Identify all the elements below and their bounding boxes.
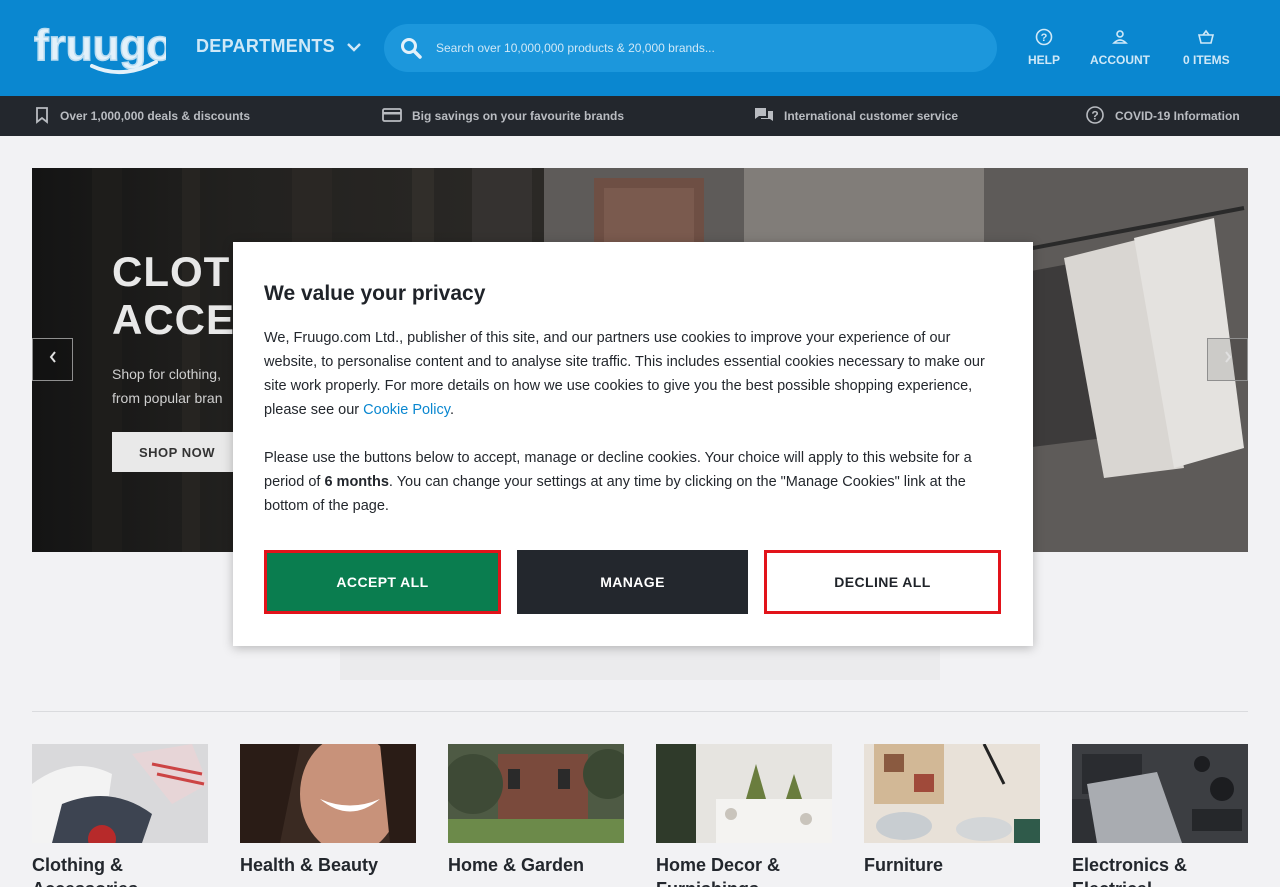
manage-cookies-button[interactable]: MANAGE (517, 550, 748, 614)
chat-icon (754, 106, 774, 127)
category-label-line: Accessories (32, 877, 208, 887)
account-button[interactable]: ACCOUNT (1090, 28, 1150, 67)
privacy-modal-body: We, Fruugo.com Ltd., publisher of this s… (264, 326, 1004, 422)
help-button[interactable]: ? HELP (1028, 28, 1060, 67)
help-circle-icon: ? (1035, 28, 1053, 49)
user-icon (1111, 28, 1129, 49)
departments-menu[interactable]: DEPARTMENTS (196, 36, 361, 57)
cookie-policy-link[interactable]: Cookie Policy (363, 402, 450, 418)
fruugo-logo[interactable]: fruugo (32, 14, 174, 80)
basket-icon (1197, 28, 1215, 49)
usp-item-service[interactable]: International customer service (754, 106, 958, 126)
category-label-line: Home Decor & (656, 855, 781, 875)
usp-item-deals[interactable]: Over 1,000,000 deals & discounts (34, 106, 250, 126)
category-label-line: Clothing & (32, 855, 123, 875)
account-label: ACCOUNT (1090, 53, 1150, 67)
departments-label: DEPARTMENTS (196, 36, 335, 56)
decline-all-button[interactable]: DECLINE ALL (764, 550, 1001, 614)
help-circle-icon: ? (1085, 105, 1105, 128)
privacy-modal-choice-text: Please use the buttons below to accept, … (264, 446, 1004, 518)
shop-now-button[interactable]: SHOP NOW (112, 432, 242, 472)
category-electronics[interactable]: Electronics & Electrical (1072, 744, 1248, 887)
category-home-decor[interactable]: Home Decor & Furnishings (656, 744, 832, 887)
category-label: Clothing & Accessories (32, 853, 208, 887)
category-image (32, 744, 208, 853)
category-image (864, 743, 1040, 843)
usp-item-covid[interactable]: ? COVID-19 Information (1085, 105, 1240, 128)
category-label-line: Health & Beauty (240, 855, 379, 875)
credit-card-icon (382, 107, 402, 126)
category-label: Health & Beauty (240, 853, 416, 877)
privacy-modal-title: We value your privacy (264, 282, 486, 305)
chevron-right-icon (1223, 350, 1233, 369)
usp-bar: Over 1,000,000 deals & discounts Big sav… (0, 96, 1280, 136)
category-label: Electronics & Electrical (1072, 853, 1248, 887)
category-image (656, 744, 832, 843)
category-label-line: Furniture (864, 855, 943, 875)
category-furniture[interactable]: Furniture (864, 743, 1040, 877)
accept-all-button[interactable]: ACCEPT ALL (264, 550, 501, 614)
category-label: Furniture (864, 853, 1040, 877)
search-icon[interactable] (386, 24, 436, 72)
cart-button[interactable]: 0 ITEMS (1183, 28, 1230, 67)
category-label-line: Electronics & (1072, 855, 1188, 875)
category-label-line: Electrical (1072, 877, 1248, 887)
privacy-modal: We value your privacy We, Fruugo.com Ltd… (233, 242, 1033, 646)
duration-text: 6 months (324, 474, 389, 490)
usp-label: Big savings on your favourite brands (412, 109, 625, 123)
search-input[interactable] (436, 41, 976, 55)
usp-label: Over 1,000,000 deals & discounts (60, 109, 251, 123)
logo-text: fruugo (34, 21, 166, 70)
site-header: fruugo DEPARTMENTS ? HELP ACCOUNT 0 ITEM… (0, 0, 1280, 96)
help-label: HELP (1028, 53, 1061, 67)
category-health-beauty[interactable]: Health & Beauty (240, 734, 416, 877)
search-bar (384, 24, 997, 72)
category-home-garden[interactable]: Home & Garden (443, 744, 633, 877)
chevron-left-icon (48, 350, 58, 369)
usp-label: International customer service (784, 109, 959, 123)
privacy-text: . (449, 402, 454, 418)
svg-text:?: ? (1041, 32, 1048, 44)
bookmark-icon (34, 106, 50, 127)
usp-item-savings[interactable]: Big savings on your favourite brands (382, 106, 624, 126)
carousel-next-button[interactable] (1207, 338, 1248, 381)
carousel-prev-button[interactable] (32, 338, 73, 381)
category-image (240, 734, 416, 854)
category-image (1072, 744, 1248, 843)
category-label: Home Decor & Furnishings (656, 853, 832, 887)
svg-text:?: ? (1091, 108, 1098, 122)
cart-label: 0 ITEMS (1183, 53, 1230, 67)
category-image (443, 744, 633, 843)
usp-label: COVID-19 Information (1115, 109, 1240, 123)
category-label: Home & Garden (448, 853, 624, 877)
category-label-line: Home & Garden (448, 855, 585, 875)
section-divider (32, 711, 1248, 712)
chevron-down-icon (347, 36, 361, 57)
category-label-line: Furnishings (656, 877, 832, 887)
category-clothing[interactable]: Clothing & Accessories (32, 744, 208, 887)
